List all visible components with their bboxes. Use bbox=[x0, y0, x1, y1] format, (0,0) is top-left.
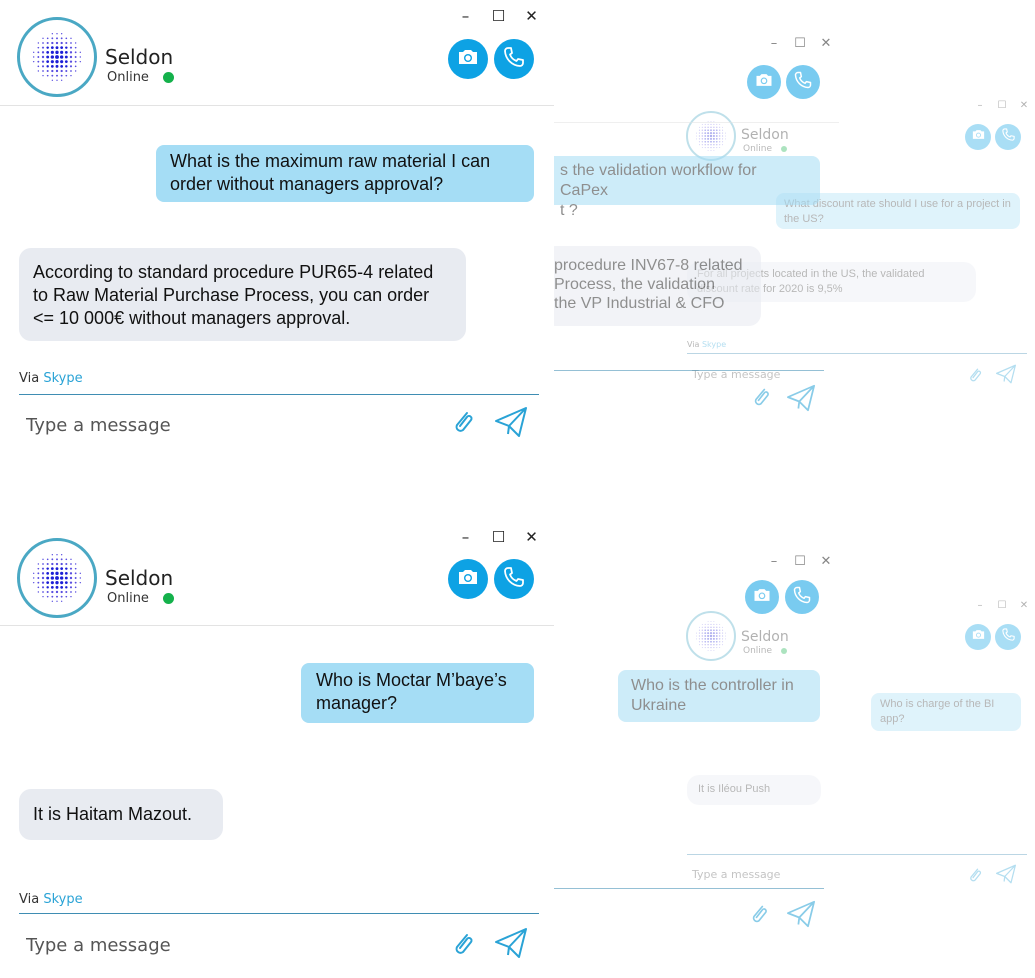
message-input[interactable] bbox=[26, 413, 426, 437]
minimize-button[interactable]: – bbox=[449, 0, 482, 32]
maximize-button[interactable]: ☐ bbox=[482, 0, 515, 32]
user-message: Who is Moctar M’baye’s manager? bbox=[301, 663, 534, 723]
phone-icon bbox=[502, 565, 526, 594]
via-label: Via Skype bbox=[19, 892, 83, 907]
paperclip-icon[interactable] bbox=[749, 902, 769, 931]
bot-message-line-3: the VP Industrial & CFO bbox=[554, 295, 725, 312]
close-button[interactable]: ✕ bbox=[813, 30, 839, 54]
maximize-button[interactable]: ☐ bbox=[787, 548, 813, 572]
bot-name: Seldon bbox=[105, 45, 174, 69]
camera-button[interactable] bbox=[965, 624, 991, 650]
user-message: s the validation workflow for CaPex t ? bbox=[554, 156, 820, 219]
minimize-button[interactable]: – bbox=[761, 30, 787, 54]
avatar bbox=[686, 611, 736, 661]
user-message-line-2: t ? bbox=[560, 202, 578, 219]
video-call-button[interactable] bbox=[448, 559, 488, 599]
input-divider bbox=[19, 394, 539, 395]
avatar bbox=[17, 17, 97, 97]
video-call-button[interactable] bbox=[448, 39, 488, 79]
bot-name: Seldon bbox=[105, 566, 174, 590]
bot-message: It is Haitam Mazout. bbox=[19, 789, 223, 840]
paper-plane-icon[interactable] bbox=[494, 406, 528, 443]
background-window-bi: – ☐ ✕ Seldon Online Who is charge of the… bbox=[675, 600, 1035, 900]
paper-plane-icon[interactable] bbox=[494, 927, 528, 964]
message-input[interactable] bbox=[26, 933, 426, 957]
avatar bbox=[17, 538, 97, 618]
bot-message-line-2: Process, the validation bbox=[554, 276, 715, 293]
phone-icon bbox=[793, 70, 813, 95]
phone-icon bbox=[1001, 627, 1016, 647]
chat-window-2: – ☐ ✕ Seldon Online Who is Moctar M’baye… bbox=[0, 521, 554, 978]
online-indicator bbox=[163, 593, 175, 604]
camera-button[interactable] bbox=[747, 65, 781, 99]
paper-plane-icon[interactable] bbox=[995, 864, 1017, 889]
camera-icon bbox=[456, 565, 480, 594]
input-divider bbox=[19, 913, 539, 914]
window-controls: – ☐ ✕ bbox=[761, 548, 839, 572]
bot-message: According to standard procedure PUR65-4 … bbox=[19, 248, 466, 341]
bot-status: Online bbox=[107, 70, 175, 85]
user-message: What is the maximum raw material I can o… bbox=[156, 145, 534, 202]
call-button[interactable] bbox=[995, 624, 1021, 650]
bot-message-line-1: procedure INV67-8 related bbox=[554, 257, 743, 274]
close-button[interactable]: ✕ bbox=[813, 548, 839, 572]
paper-plane-icon[interactable] bbox=[786, 384, 816, 417]
paper-plane-icon[interactable] bbox=[995, 364, 1017, 389]
bot-status: Online bbox=[743, 646, 787, 656]
call-button[interactable] bbox=[995, 124, 1021, 150]
bot-message: It is Iléou Push bbox=[687, 775, 821, 805]
bot-status: Online bbox=[107, 591, 175, 606]
phone-icon bbox=[502, 45, 526, 74]
paper-plane-icon[interactable] bbox=[786, 900, 816, 933]
voice-call-button[interactable] bbox=[494, 559, 534, 599]
maximize-button[interactable]: ☐ bbox=[787, 30, 813, 54]
user-message-line-1: s the validation workflow for CaPex bbox=[560, 162, 757, 199]
bot-name: Seldon bbox=[741, 629, 789, 645]
window-controls: – ☐ ✕ bbox=[761, 30, 839, 54]
input-divider bbox=[554, 370, 824, 371]
window-controls: – ☐ ✕ bbox=[449, 0, 548, 32]
background-window-capex: – ☐ ✕ s the validation workflow for CaPe… bbox=[554, 30, 839, 430]
maximize-button[interactable]: ☐ bbox=[991, 600, 1013, 616]
minimize-button[interactable]: – bbox=[969, 600, 991, 616]
header-divider bbox=[554, 122, 839, 123]
close-button[interactable]: ✕ bbox=[515, 521, 548, 553]
voice-call-button[interactable] bbox=[494, 39, 534, 79]
camera-icon bbox=[456, 45, 480, 74]
window-controls: – ☐ ✕ bbox=[969, 600, 1035, 616]
bot-message: procedure INV67-8 related Process, the v… bbox=[554, 246, 761, 326]
paperclip-icon[interactable] bbox=[451, 930, 475, 963]
close-button[interactable]: ✕ bbox=[515, 0, 548, 32]
camera-icon bbox=[971, 127, 986, 147]
user-message: Who is charge of the BI app? bbox=[871, 693, 1021, 731]
paperclip-icon[interactable] bbox=[451, 408, 475, 441]
maximize-button[interactable]: ☐ bbox=[482, 521, 515, 553]
phone-icon bbox=[1001, 127, 1016, 147]
skype-link[interactable]: Skype bbox=[43, 892, 82, 907]
call-button[interactable] bbox=[786, 65, 820, 99]
minimize-button[interactable]: – bbox=[761, 548, 787, 572]
camera-button[interactable] bbox=[965, 124, 991, 150]
skype-link[interactable]: Skype bbox=[43, 371, 82, 386]
via-label: Via Skype bbox=[19, 371, 83, 386]
header-divider bbox=[0, 625, 554, 626]
header-divider bbox=[0, 105, 554, 106]
online-indicator bbox=[163, 72, 175, 83]
chat-window-1: – ☐ ✕ Seldon Online What is the maximum … bbox=[0, 0, 554, 460]
maximize-button[interactable]: ☐ bbox=[991, 100, 1013, 116]
camera-icon bbox=[754, 70, 774, 95]
paperclip-icon[interactable] bbox=[967, 366, 983, 389]
camera-icon bbox=[971, 627, 986, 647]
input-divider bbox=[687, 854, 1027, 855]
window-controls: – ☐ ✕ bbox=[449, 521, 548, 553]
minimize-button[interactable]: – bbox=[449, 521, 482, 553]
window-controls: – ☐ ✕ bbox=[969, 100, 1035, 116]
paperclip-icon[interactable] bbox=[967, 866, 983, 889]
close-button[interactable]: ✕ bbox=[1013, 600, 1035, 616]
message-placeholder: Type a message bbox=[692, 868, 781, 881]
close-button[interactable]: ✕ bbox=[1013, 100, 1035, 116]
paperclip-icon[interactable] bbox=[751, 385, 771, 414]
minimize-button[interactable]: – bbox=[969, 100, 991, 116]
